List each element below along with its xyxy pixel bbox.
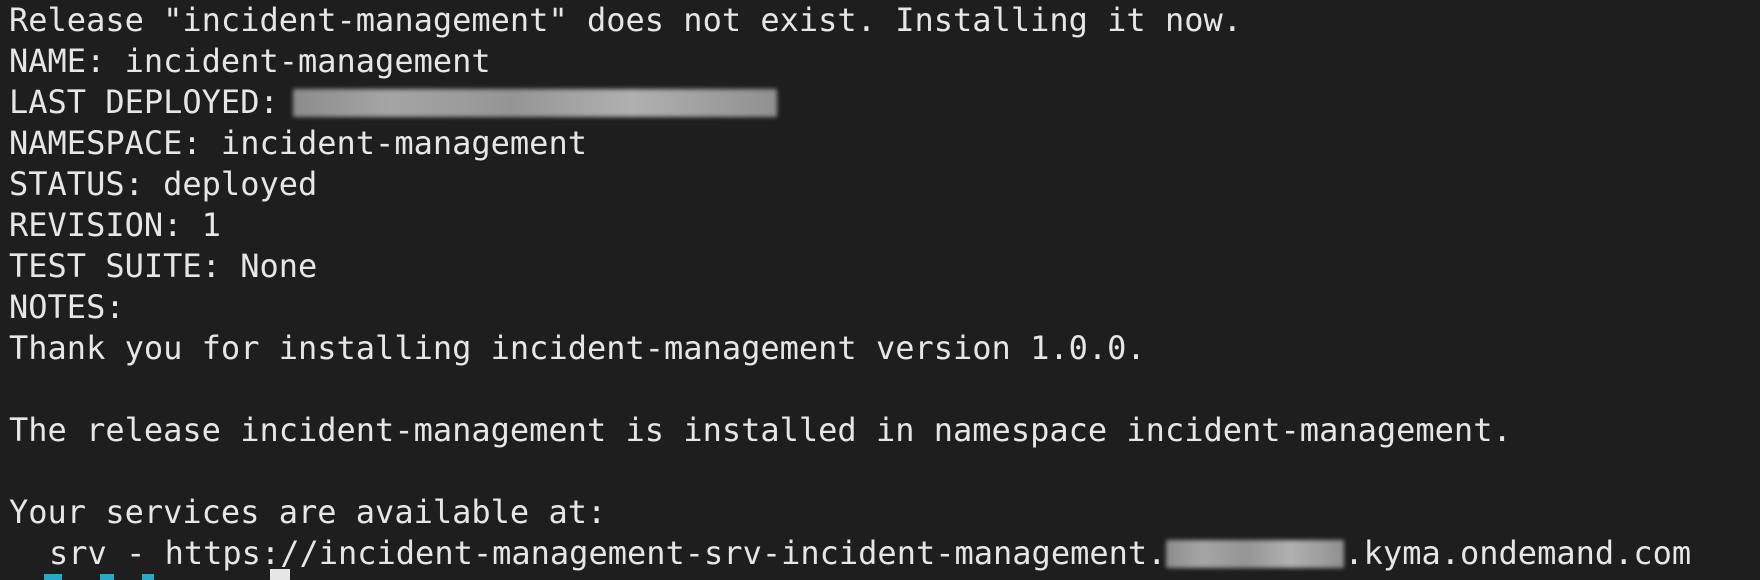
srv-url-prefix: srv - https://incident-management-srv-in… [49, 534, 1167, 572]
prompt-fragment [142, 574, 154, 580]
output-line-status: STATUS: deployed [9, 165, 318, 203]
last-deployed-label: LAST DEPLOYED: [9, 83, 279, 121]
output-line-namespace: NAMESPACE: incident-management [9, 124, 587, 162]
output-line-services-available: Your services are available at: [9, 493, 607, 531]
redacted-host-blur [1166, 539, 1345, 568]
srv-url-suffix: .kyma.ondemand.com [1344, 534, 1692, 572]
output-line-srv-url: srv - https://incident-management-srv-in… [49, 533, 1691, 574]
output-line-notes: NOTES: [9, 288, 125, 326]
prompt-fragment [44, 574, 62, 580]
output-line-release-installed: The release incident-management is insta… [9, 411, 1512, 449]
output-line-name: NAME: incident-management [9, 42, 491, 80]
prompt-fragment [100, 574, 114, 580]
redacted-date-blur [292, 88, 777, 117]
output-line-release-message: Release "incident-management" does not e… [9, 1, 1242, 39]
terminal-cursor[interactable] [270, 569, 290, 580]
terminal-window[interactable]: Release "incident-management" does not e… [0, 0, 1760, 580]
output-line-thank-you: Thank you for installing incident-manage… [9, 329, 1146, 367]
output-line-last-deployed: LAST DEPLOYED: [9, 82, 777, 123]
output-line-revision: REVISION: 1 [9, 206, 221, 244]
shell-prompt [0, 574, 300, 580]
output-line-test-suite: TEST SUITE: None [9, 247, 318, 285]
